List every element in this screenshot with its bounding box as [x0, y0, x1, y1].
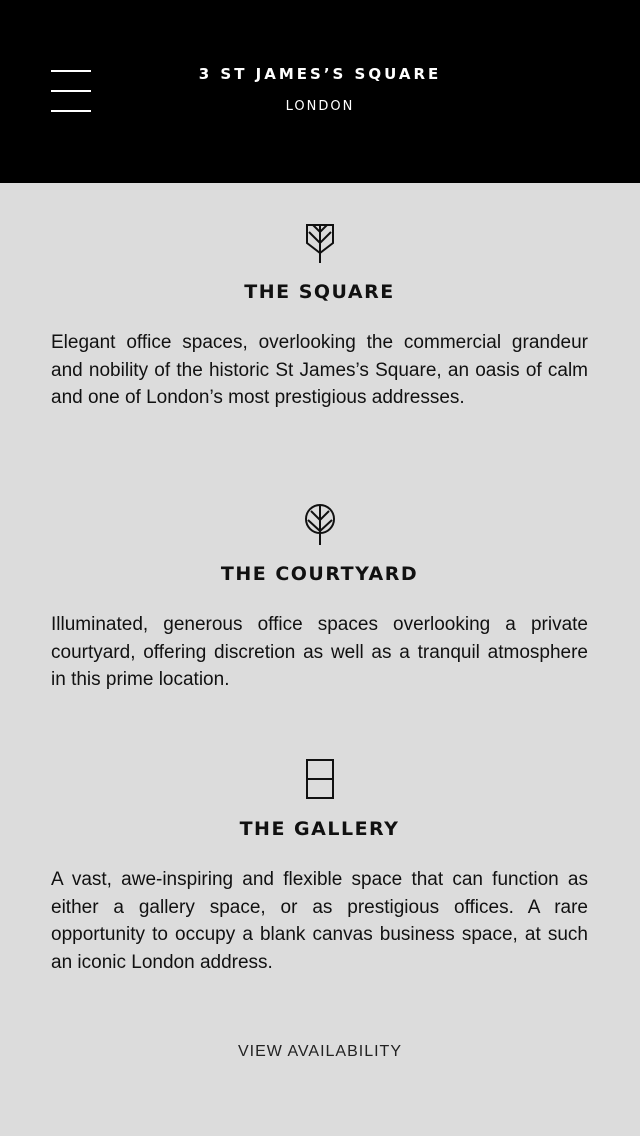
section-title: THE COURTYARD: [220, 563, 419, 585]
view-availability-link[interactable]: VIEW AVAILABILITY: [0, 1043, 640, 1061]
brand-logo[interactable]: 3 ST JAMES’S SQUARE LONDON: [0, 64, 640, 115]
site-header: 3 ST JAMES’S SQUARE LONDON: [0, 0, 640, 183]
section-title: THE SQUARE: [244, 281, 395, 303]
section-description: Elegant office spaces, overlooking the c…: [51, 332, 588, 408]
section-description: Illuminated, generous office spaces over…: [51, 614, 588, 690]
section-the-courtyard: THE COURTYARD Illuminated, generous offi…: [51, 503, 588, 694]
section-title: THE GALLERY: [239, 818, 400, 840]
brand-title: 3 ST JAMES’S SQUARE: [198, 65, 442, 83]
window-frame-icon: [305, 759, 334, 799]
round-tree-icon: [304, 504, 335, 545]
section-the-gallery: THE GALLERY A vast, awe-inspiring and fl…: [51, 758, 588, 976]
section-description: A vast, awe-inspiring and flexible space…: [51, 869, 588, 973]
leaf-tree-icon: [305, 224, 334, 263]
brand-subtitle: LONDON: [285, 99, 355, 114]
section-the-square: THE SQUARE Elegant office spaces, overlo…: [51, 221, 588, 412]
